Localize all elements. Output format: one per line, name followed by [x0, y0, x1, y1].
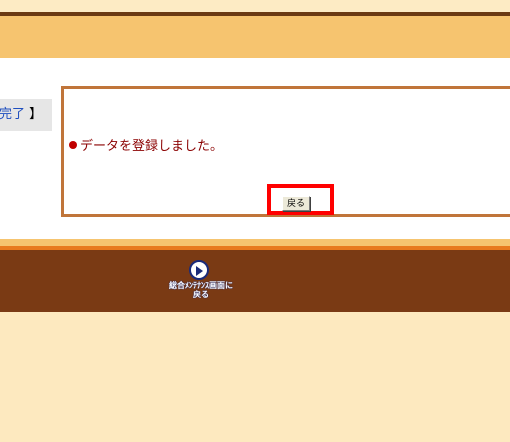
page-root: 完了 】 データを登録しました。 戻る 総合ﾒﾝﾃﾅﾝｽ画面に 戻る: [0, 0, 510, 442]
footer-band: [0, 250, 510, 312]
return-to-maintenance-label[interactable]: 総合ﾒﾝﾃﾅﾝｽ画面に 戻る: [156, 281, 246, 299]
page-title-tab: 完了 】: [0, 99, 52, 131]
return-to-maintenance-link[interactable]: 総合ﾒﾝﾃﾅﾝｽ画面に 戻る: [156, 258, 246, 308]
header-band: [0, 16, 510, 58]
status-message-text: データを登録しました。: [80, 139, 224, 154]
status-message: データを登録しました。: [69, 135, 223, 154]
return-label-line2: 戻る: [193, 290, 209, 299]
arrow-circle-icon[interactable]: [189, 260, 209, 280]
page-title-text: 完了: [0, 107, 26, 122]
return-label-line1: 総合ﾒﾝﾃﾅﾝｽ画面に: [169, 281, 233, 290]
footer-fill-area: [0, 312, 510, 442]
page-title-bracket: 】: [29, 107, 43, 122]
header-top-strip: [0, 0, 510, 12]
footer-top-strip: [0, 239, 510, 246]
back-button[interactable]: 戻る: [282, 196, 310, 211]
bullet-icon: [69, 141, 77, 149]
